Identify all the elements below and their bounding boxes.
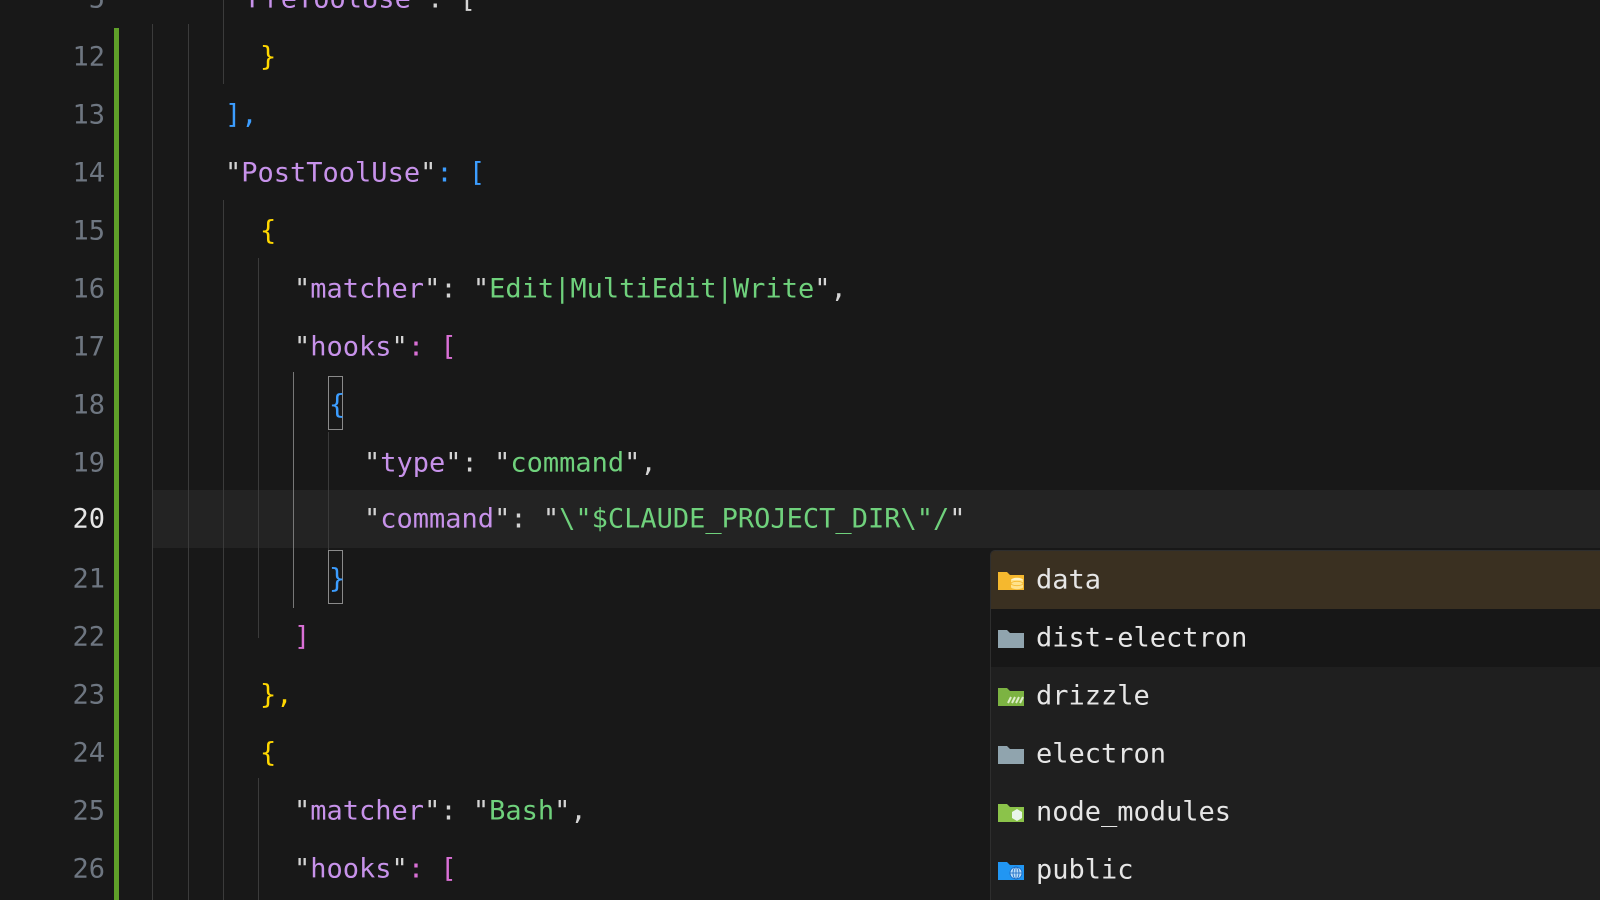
json-key: matcher [310,273,425,305]
json-string: command [510,447,625,479]
suggestion-item-public[interactable]: public [991,841,1600,899]
json-key: hooks [310,331,392,363]
json-punct: : [ [407,853,457,885]
line-number: 13 [72,99,105,131]
json-string: Bash [489,795,555,827]
brace: } [329,563,346,595]
line-number: 19 [72,447,105,479]
code-line: 19 "type": "command", [0,434,1600,492]
code-line: 15 { [0,202,1600,260]
line-number: 18 [72,389,105,421]
code-line: 18 { [0,376,1600,434]
brace: { [329,389,346,421]
json-key: PostToolUse [241,157,421,189]
code-line: 17 "hooks": [ [0,318,1600,376]
code-line: 16 "matcher": "Edit|MultiEdit|Write", [0,260,1600,318]
code-line: 5 "PreToolUse": [ [0,0,1600,28]
code-editor[interactable]: 5 "PreToolUse": [ 12 } 13 ], 14 "PostToo… [0,0,1600,900]
json-punct: : [ [427,0,476,15]
line-number: 12 [72,41,105,73]
suggestion-label: data [1036,564,1102,596]
line-number: 15 [72,215,105,247]
suggestion-item-electron[interactable]: electron [991,725,1600,783]
json-string: \"$CLAUDE_PROJECT_DIR\"/ [559,503,950,535]
suggestion-item-drizzle[interactable]: drizzle [991,667,1600,725]
line-number: 22 [72,621,105,653]
folder-data-icon [997,568,1025,592]
json-key: matcher [310,795,425,827]
code-line: 14 "PostToolUse": [ [0,144,1600,202]
suggestion-widget[interactable]: data dist-electron drizzle electron node… [990,550,1600,900]
suggestion-label: drizzle [1036,680,1150,712]
json-key: type [380,447,446,479]
suggestion-label: dist-electron [1036,622,1248,654]
json-key: PreToolUse [248,0,411,15]
line-number: 21 [72,563,105,595]
suggestion-label: public [1036,854,1134,886]
line-number: 16 [72,273,105,305]
brace: } [260,41,277,73]
line-number: 5 [0,0,105,15]
bracket: ], [225,99,258,131]
line-number: 17 [72,331,105,363]
folder-node-icon [997,800,1025,824]
json-punct: : [ [407,331,457,363]
json-string: Edit|MultiEdit|Write [489,273,815,305]
folder-public-icon [997,858,1025,882]
suggestion-item-dist-electron[interactable]: dist-electron [991,609,1600,667]
line-number: 20 [72,503,105,535]
json-key: command [380,503,495,535]
code-line-active[interactable]: 20 "command": "\"$CLAUDE_PROJECT_DIR\"/" [0,490,1600,548]
line-number: 25 [72,795,105,827]
folder-drizzle-icon [997,684,1025,708]
suggestion-item-node-modules[interactable]: node_modules [991,783,1600,841]
folder-icon [997,742,1025,766]
suggestion-label: node_modules [1036,796,1232,828]
brace: { [260,737,277,769]
json-key: hooks [310,853,392,885]
folder-icon [997,626,1025,650]
suggestion-item-data[interactable]: data [991,551,1600,609]
brace: }, [260,679,293,711]
suggestion-label: electron [1036,738,1167,770]
json-punct: : [ [436,157,486,189]
line-number: 23 [72,679,105,711]
line-number: 26 [72,853,105,885]
code-line: 12 } [0,28,1600,86]
code-line: 13 ], [0,86,1600,144]
brace: { [260,215,277,247]
bracket: ] [294,621,311,653]
line-number: 14 [72,157,105,189]
line-number: 24 [72,737,105,769]
